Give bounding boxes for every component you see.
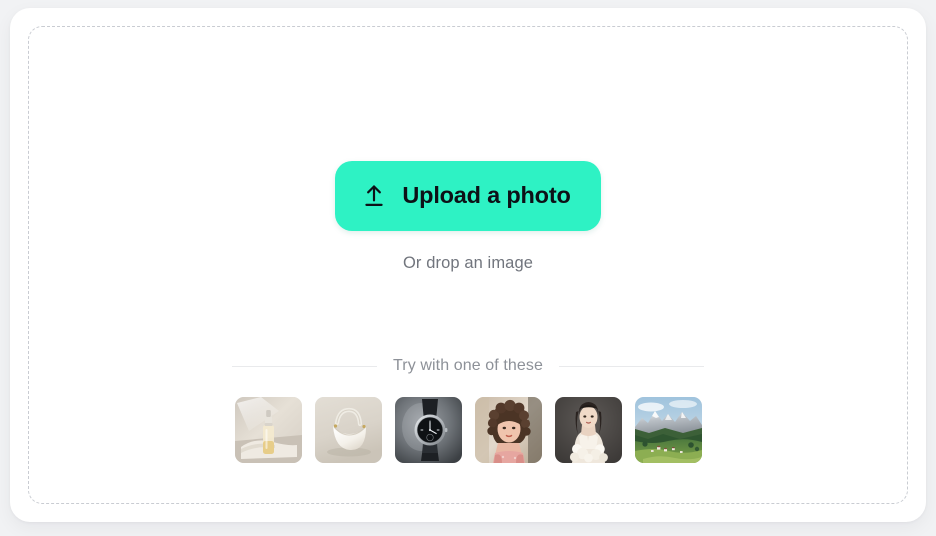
- sample-thumb-bride-with-bouquet[interactable]: [554, 397, 622, 463]
- image-dropzone[interactable]: Upload a photo Or drop an image Try with…: [28, 26, 908, 504]
- sample-thumb-mountain-valley-landscape[interactable]: [634, 397, 702, 463]
- upload-arrow-icon: [361, 183, 387, 209]
- divider-rule-right: [559, 365, 704, 367]
- sample-thumb-black-dial-wristwatch[interactable]: [394, 397, 462, 463]
- samples-title: Try with one of these: [392, 357, 544, 374]
- uploader-card: Upload a photo Or drop an image Try with…: [10, 8, 926, 522]
- upload-photo-button-label: Upload a photo: [402, 182, 571, 209]
- sample-thumb-serum-dropper-bottle[interactable]: [234, 397, 302, 463]
- divider-rule-left: [232, 365, 377, 367]
- sample-images-section: Try with one of these: [29, 357, 907, 463]
- upload-call-to-action: Upload a photo Or drop an image: [29, 161, 907, 273]
- drop-image-hint: Or drop an image: [403, 254, 533, 272]
- sample-thumb-white-crescent-handbag[interactable]: [314, 397, 382, 463]
- samples-divider: Try with one of these: [232, 357, 704, 375]
- upload-photo-button[interactable]: Upload a photo: [335, 161, 601, 231]
- sample-thumbnail-list: [29, 397, 907, 463]
- sample-thumb-curly-hair-portrait[interactable]: [474, 397, 542, 463]
